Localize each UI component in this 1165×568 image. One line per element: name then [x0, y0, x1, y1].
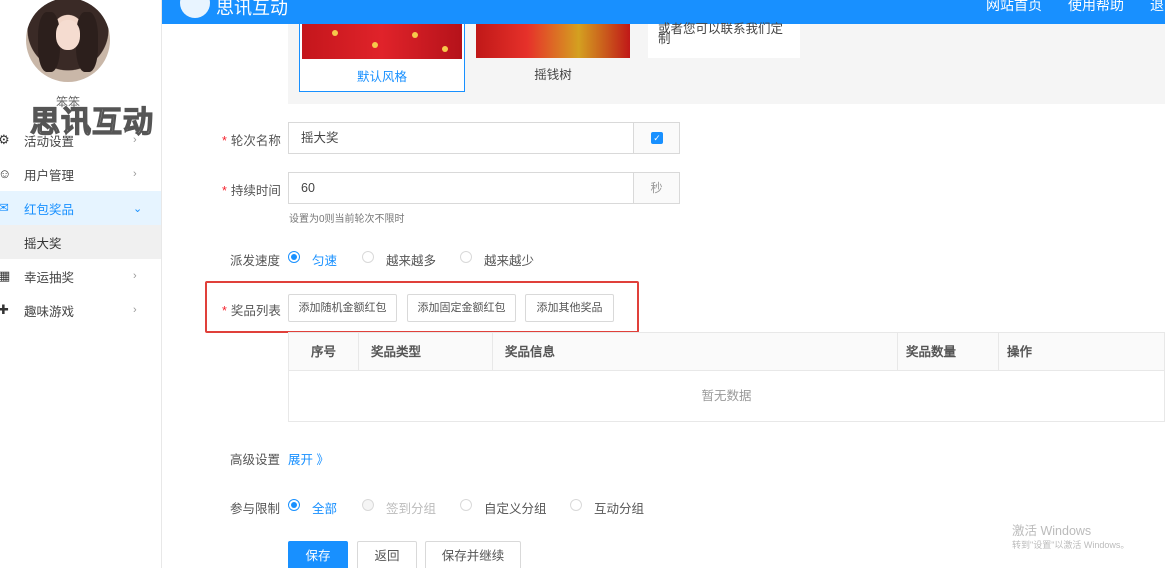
- limit-option-label[interactable]: 互动分组: [594, 498, 644, 517]
- limit-option-label: 签到分组: [386, 502, 437, 516]
- sidebar-subitem-shake-prize[interactable]: 摇大奖: [0, 225, 161, 259]
- speed-radio-uniform[interactable]: [288, 251, 300, 263]
- duration-unit: 秒: [633, 172, 680, 204]
- round-name-input[interactable]: 摇大奖: [288, 122, 634, 154]
- speed-option-label[interactable]: 越来越少: [484, 250, 534, 269]
- advanced-label: 高级设置: [230, 453, 281, 467]
- style-option-default[interactable]: 默认风格: [299, 24, 465, 92]
- sidebar: 笨笨 思讯互动 ⚙ 活动设置 › ☺ 用户管理 › ✉ 红包奖品 ⌄ 摇大奖 ▦…: [0, 0, 162, 568]
- header-title: 思讯互动: [216, 0, 288, 18]
- add-other-prize-button[interactable]: 添加其他奖品: [525, 294, 614, 322]
- lottery-icon: ▦: [0, 268, 11, 283]
- custom-style-note: 或者您可以联系我们定制: [648, 23, 800, 58]
- column-header-info: 奖品信息: [493, 333, 898, 371]
- sidebar-item-user-management[interactable]: ☺ 用户管理 ›: [0, 157, 161, 191]
- chevron-down-icon: ⌄: [133, 202, 143, 215]
- round-name-checkbox[interactable]: ✓: [651, 132, 663, 144]
- chevron-right-icon: ›: [133, 304, 137, 316]
- back-button[interactable]: 返回: [357, 541, 417, 568]
- round-name-label: * 轮次名称: [222, 134, 281, 148]
- speed-radio-increasing[interactable]: [362, 251, 374, 263]
- sidebar-item-label: 幸运抽奖: [24, 270, 75, 285]
- sidebar-item-label: 红包奖品: [24, 202, 75, 217]
- nav-logout-link[interactable]: 退: [1150, 0, 1164, 15]
- sidebar-item-fun-games[interactable]: ✚ 趣味游戏 ›: [0, 293, 161, 327]
- speed-label: 派发速度: [230, 254, 281, 268]
- style-label: 默认风格: [356, 70, 407, 84]
- sidebar-item-label: 趣味游戏: [24, 304, 75, 319]
- limit-option-label[interactable]: 全部: [312, 498, 337, 517]
- prize-table-header: 序号 奖品类型 奖品信息 奖品数量 操作: [289, 333, 1164, 371]
- sidebar-menu: ⚙ 活动设置 › ☺ 用户管理 › ✉ 红包奖品 ⌄ 摇大奖 ▦ 幸运抽奖 › …: [0, 123, 161, 327]
- game-icon: ✚: [0, 302, 9, 317]
- add-random-red-packet-button[interactable]: 添加随机金额红包: [288, 294, 397, 322]
- gift-icon: ✉: [0, 200, 9, 215]
- sidebar-item-activity-settings[interactable]: ⚙ 活动设置 ›: [0, 123, 161, 157]
- main-content: 默认风格 摇钱树 或者您可以联系我们定制 * 轮次名称 摇大奖 ✓ * 持续时间 6…: [178, 23, 1165, 568]
- prize-list-label: * 奖品列表: [222, 304, 281, 318]
- limit-label: 参与限制: [230, 502, 281, 516]
- style-thumbnail-default: [302, 24, 462, 59]
- logo-icon: [180, 0, 210, 18]
- limit-radio-all[interactable]: [288, 499, 300, 511]
- limit-radio-interactive-group[interactable]: [570, 499, 582, 511]
- speed-radio-decreasing[interactable]: [460, 251, 472, 263]
- user-icon: ☺: [0, 166, 12, 181]
- advanced-expand-link[interactable]: 展开 》: [288, 449, 329, 468]
- prize-table: 序号 奖品类型 奖品信息 奖品数量 操作 暂无数据: [288, 332, 1165, 422]
- speed-option-label[interactable]: 匀速: [312, 250, 337, 269]
- chevron-right-icon: ›: [133, 134, 137, 146]
- column-header-quantity: 奖品数量: [898, 333, 999, 371]
- save-button[interactable]: 保存: [288, 541, 348, 568]
- sidebar-item-label: 活动设置: [24, 134, 75, 149]
- limit-option-label[interactable]: 自定义分组: [484, 498, 547, 517]
- limit-radio-custom-group[interactable]: [460, 499, 472, 511]
- add-fixed-red-packet-button[interactable]: 添加固定金额红包: [407, 294, 516, 322]
- column-header-actions: 操作: [1007, 345, 1033, 359]
- save-and-continue-button[interactable]: 保存并继续: [425, 541, 521, 568]
- sidebar-item-label: 用户管理: [24, 168, 75, 183]
- column-header-index: 序号: [289, 333, 359, 371]
- speed-option-label[interactable]: 越来越多: [386, 250, 436, 269]
- nav-help-link[interactable]: 使用帮助: [1068, 0, 1124, 15]
- duration-input[interactable]: 60: [288, 172, 634, 204]
- windows-activation-hint: 转到"设置"以激活 Windows。: [1012, 540, 1130, 550]
- sidebar-item-red-packet-prizes[interactable]: ✉ 红包奖品 ⌄: [0, 191, 161, 225]
- gear-icon: ⚙: [0, 132, 10, 147]
- style-picker: 默认风格 摇钱树 或者您可以联系我们定制: [288, 23, 1165, 104]
- limit-radio-checkin-group: [362, 499, 374, 511]
- table-empty-text: 暂无数据: [701, 389, 752, 403]
- style-thumbnail-money-tree[interactable]: [476, 24, 630, 58]
- column-header-type: 奖品类型: [359, 333, 493, 371]
- chevron-right-icon: ›: [133, 168, 137, 180]
- windows-activation-watermark: 激活 Windows: [1012, 524, 1092, 538]
- duration-hint: 设置为0则当前轮次不限时: [289, 214, 405, 225]
- round-name-addon: ✓: [633, 122, 680, 154]
- chevron-right-icon: ›: [133, 270, 137, 282]
- style-label: 摇钱树: [534, 68, 572, 82]
- sidebar-item-lucky-draw[interactable]: ▦ 幸运抽奖 ›: [0, 259, 161, 293]
- top-header: 思讯互动 网站首页 使用帮助 退: [162, 0, 1165, 24]
- avatar[interactable]: [26, 0, 110, 82]
- nav-home-link[interactable]: 网站首页: [986, 0, 1042, 15]
- duration-label: * 持续时间: [222, 184, 281, 198]
